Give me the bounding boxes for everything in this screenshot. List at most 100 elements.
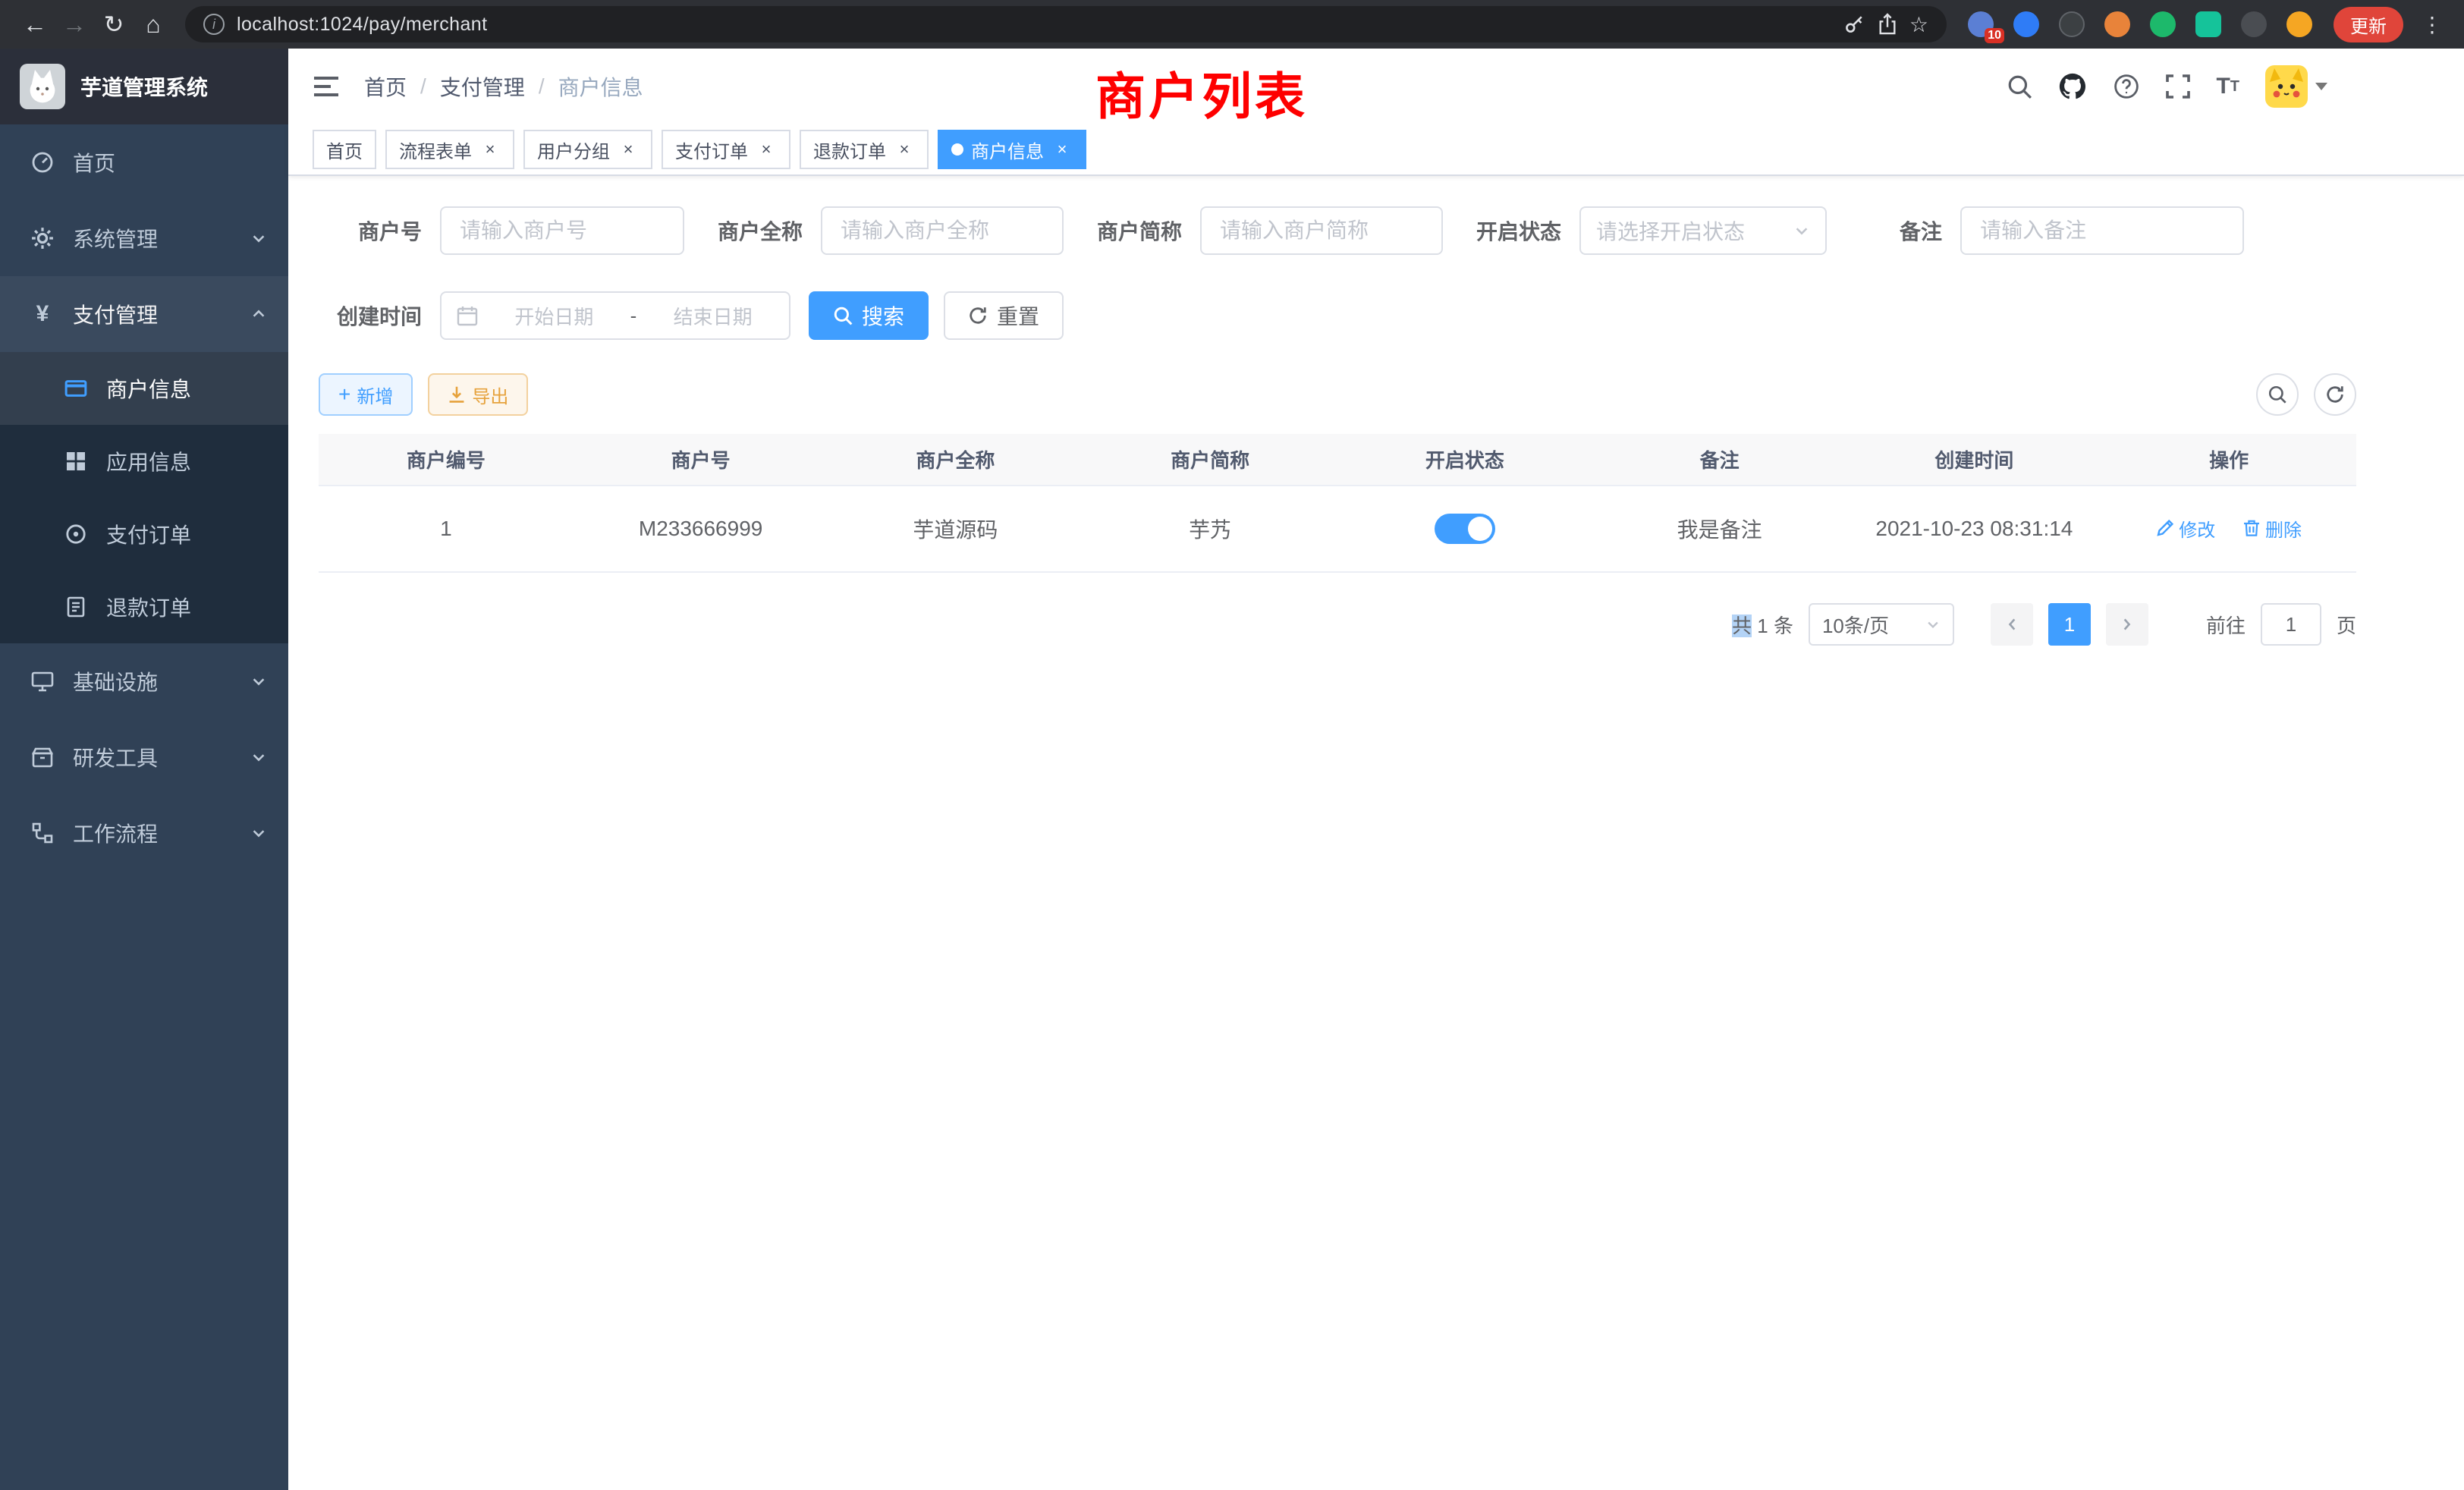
extension-icon-3[interactable] [2059, 11, 2085, 37]
breadcrumb-item-current: 商户信息 [558, 71, 643, 102]
sidebar-item-app-info[interactable]: 应用信息 [0, 425, 288, 498]
sidebar-item-payment-order[interactable]: 支付订单 [0, 498, 288, 571]
cell-short-name: 芋艿 [1083, 486, 1337, 572]
site-info-icon[interactable]: i [203, 14, 225, 35]
sidebar-item-home[interactable]: 首页 [0, 124, 288, 200]
breadcrumb-item[interactable]: 支付管理 [440, 71, 525, 102]
tab-label: 退款订单 [813, 137, 886, 163]
goto-label: 前往 [2206, 611, 2246, 639]
extension-icon-5[interactable] [2150, 11, 2176, 37]
page-size-select[interactable]: 10条/页 [1809, 603, 1954, 646]
goto-page-input[interactable] [2261, 603, 2321, 646]
active-dot-icon [951, 143, 963, 156]
extension-icon-6[interactable] [2195, 11, 2221, 37]
table-header-row: 商户编号 商户号 商户全称 商户简称 开启状态 备注 创建时间 操作 [319, 434, 2356, 486]
sidebar-item-label: 系统管理 [73, 223, 158, 253]
tab-home[interactable]: 首页 [313, 130, 376, 169]
search-icon[interactable] [2007, 74, 2032, 99]
page-number-button[interactable]: 1 [2048, 603, 2091, 646]
tab-user-group[interactable]: 用户分组 × [523, 130, 652, 169]
merchant-no-input[interactable] [440, 206, 684, 255]
help-icon[interactable] [2113, 73, 2140, 100]
status-label: 开启状态 [1476, 215, 1561, 246]
font-size-icon[interactable]: TT [2216, 75, 2239, 98]
create-time-label: 创建时间 [319, 300, 422, 331]
extension-icon-1[interactable]: 10 [1968, 11, 1994, 37]
bank-card-icon [64, 377, 88, 400]
toggle-search-button[interactable] [2256, 373, 2299, 416]
sidebar-item-merchant-info[interactable]: 商户信息 [0, 352, 288, 425]
hamburger-icon[interactable] [313, 74, 340, 99]
close-icon[interactable]: × [618, 139, 639, 160]
tab-merchant-info[interactable]: 商户信息 × [938, 130, 1086, 169]
bookmark-star-icon[interactable]: ☆ [1909, 12, 1928, 37]
profile-avatar-icon[interactable] [2286, 11, 2312, 37]
sidebar-item-refund-order[interactable]: 退款订单 [0, 571, 288, 643]
sidebar-item-system-mgmt[interactable]: 系统管理 [0, 200, 288, 276]
download-icon [448, 385, 466, 404]
browser-reload-button[interactable]: ↻ [94, 5, 134, 44]
total-prefix: 共 [1732, 615, 1752, 637]
sidebar-item-dev-tools[interactable]: 研发工具 [0, 719, 288, 795]
close-icon[interactable]: × [756, 139, 777, 160]
tab-flow-form[interactable]: 流程表单 × [385, 130, 514, 169]
user-avatar [2265, 65, 2308, 108]
breadcrumb: 首页 / 支付管理 / 商户信息 [364, 71, 643, 102]
full-name-input[interactable] [821, 206, 1064, 255]
tab-payment-order[interactable]: 支付订单 × [662, 130, 790, 169]
status-select[interactable]: 请选择开启状态 [1579, 206, 1827, 255]
extension-icon-7[interactable] [2241, 11, 2267, 37]
remark-input[interactable] [1960, 206, 2244, 255]
browser-forward-button[interactable]: → [55, 5, 94, 44]
breadcrumb-separator: / [420, 74, 426, 99]
delete-link[interactable]: 删除 [2242, 515, 2302, 542]
url-text: localhost:1024/pay/merchant [237, 14, 1831, 36]
extension-badge: 10 [1985, 28, 2004, 43]
add-button[interactable]: + 新增 [319, 373, 413, 416]
user-menu[interactable] [2265, 65, 2327, 108]
short-name-label: 商户简称 [1097, 215, 1182, 246]
github-icon[interactable] [2058, 72, 2087, 101]
search-button[interactable]: 搜索 [809, 291, 929, 340]
search-button-label: 搜索 [862, 300, 904, 331]
refresh-table-button[interactable] [2314, 373, 2356, 416]
share-icon[interactable] [1878, 13, 1897, 36]
prev-page-button[interactable] [1991, 603, 2033, 646]
breadcrumb-separator: / [539, 74, 545, 99]
tab-label: 用户分组 [537, 137, 610, 163]
extension-icon-2[interactable] [2013, 11, 2039, 37]
breadcrumb-item[interactable]: 首页 [364, 71, 407, 102]
filter-row-2: 创建时间 开始日期 - 结束日期 [319, 291, 2356, 340]
tab-refund-order[interactable]: 退款订单 × [800, 130, 929, 169]
short-name-input[interactable] [1200, 206, 1443, 255]
cell-status [1337, 486, 1592, 572]
fullscreen-icon[interactable] [2166, 74, 2190, 99]
close-icon[interactable]: × [1051, 139, 1073, 160]
app-logo[interactable]: 芋道管理系统 [0, 49, 288, 124]
password-key-icon[interactable] [1843, 13, 1865, 36]
sidebar-item-payment-mgmt[interactable]: ¥ 支付管理 [0, 276, 288, 352]
browser-back-button[interactable]: ← [15, 5, 55, 44]
close-icon[interactable]: × [894, 139, 915, 160]
start-date-placeholder: 开始日期 [493, 302, 615, 330]
export-button[interactable]: 导出 [428, 373, 528, 416]
browser-home-button[interactable]: ⌂ [134, 5, 173, 44]
edit-link[interactable]: 修改 [2156, 515, 2215, 542]
extension-icon-4[interactable] [2104, 11, 2130, 37]
chevron-right-icon [2120, 617, 2135, 632]
browser-update-button[interactable]: 更新 [2334, 7, 2403, 42]
date-separator: - [630, 304, 637, 328]
sidebar-item-infrastructure[interactable]: 基础设施 [0, 643, 288, 719]
sidebar-item-workflow[interactable]: 工作流程 [0, 795, 288, 871]
close-icon[interactable]: × [479, 139, 501, 160]
calendar-icon [457, 305, 478, 326]
reset-button[interactable]: 重置 [944, 291, 1064, 340]
full-name-label: 商户全称 [718, 215, 803, 246]
next-page-button[interactable] [2106, 603, 2148, 646]
reset-button-label: 重置 [997, 300, 1039, 331]
browser-menu-icon[interactable]: ⋮ [2415, 12, 2449, 37]
status-toggle[interactable] [1435, 514, 1495, 544]
browser-chrome: ← → ↻ ⌂ i localhost:1024/pay/merchant ☆ … [0, 0, 2464, 49]
create-time-range-picker[interactable]: 开始日期 - 结束日期 [440, 291, 790, 340]
address-bar[interactable]: i localhost:1024/pay/merchant ☆ [185, 6, 1947, 42]
